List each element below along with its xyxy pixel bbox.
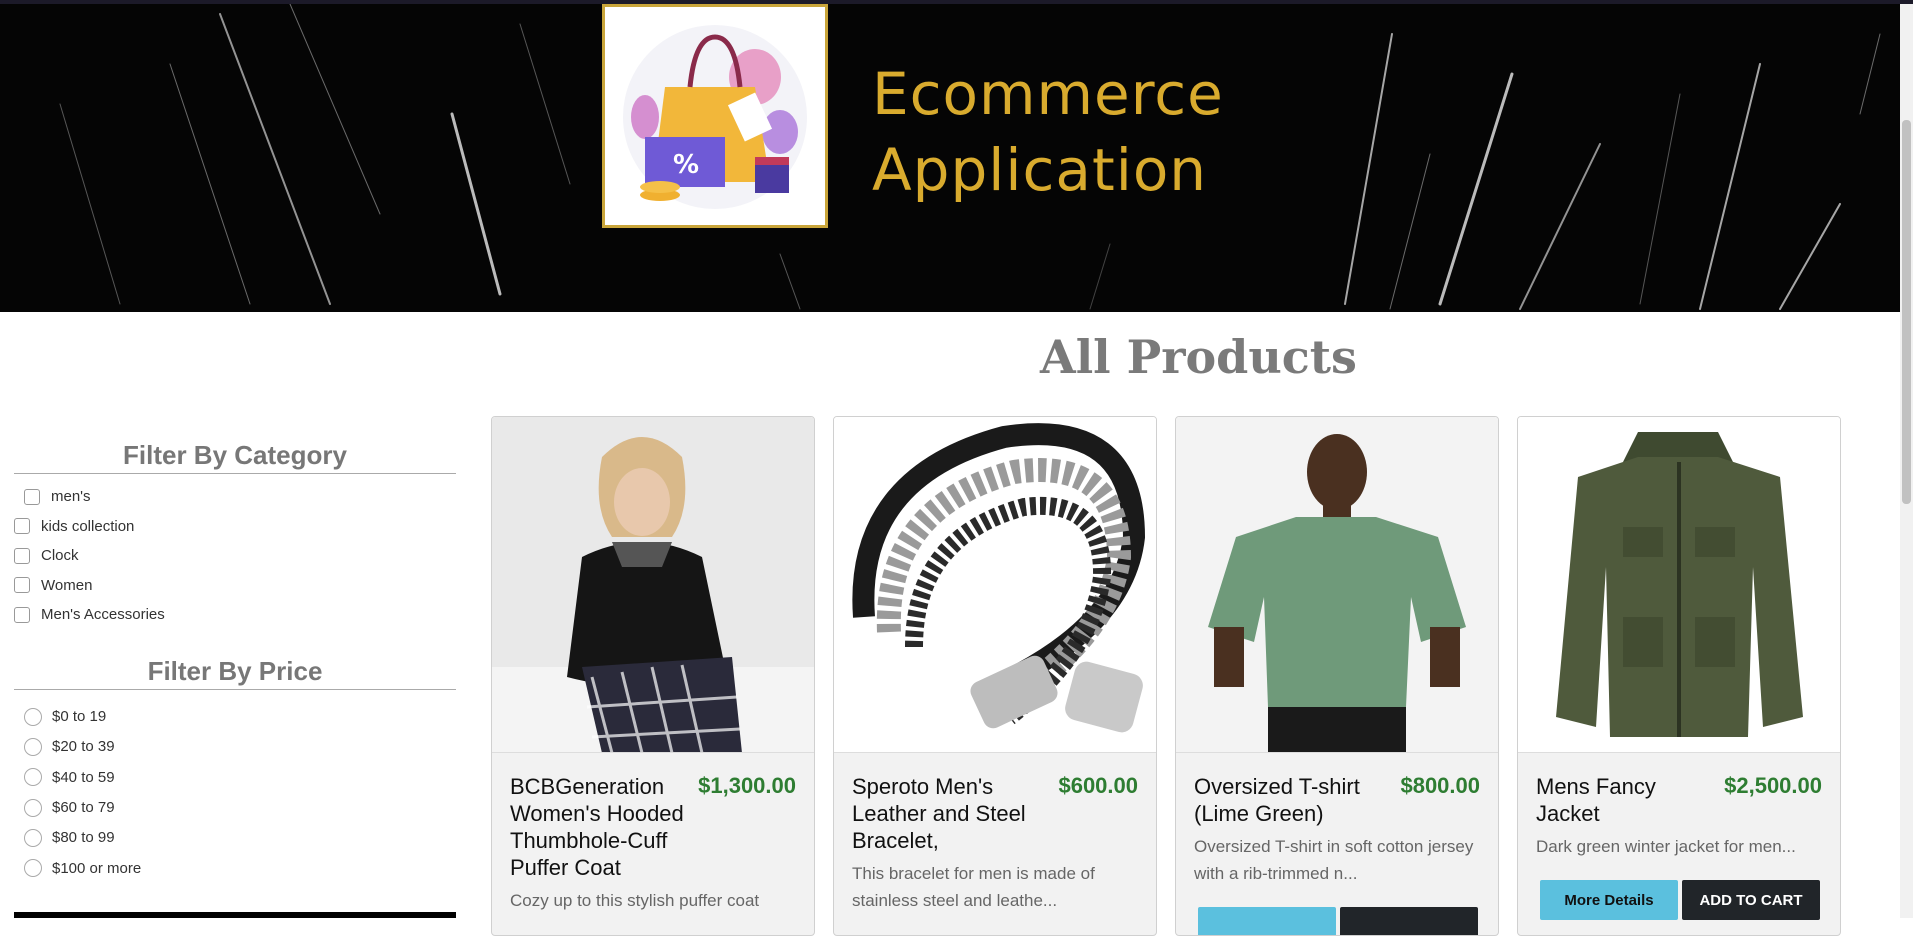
price-option-0-19[interactable]: $0 to 19 <box>24 702 456 732</box>
green-tshirt-photo <box>1176 417 1498 752</box>
price-label: $0 to 19 <box>52 708 107 726</box>
radio-button[interactable] <box>24 859 42 878</box>
price-option-80-99[interactable]: $80 to 99 <box>24 823 456 853</box>
category-filter-title: Filter By Category <box>14 440 456 474</box>
logo[interactable]: % <box>602 4 828 228</box>
woman-puffer-coat-photo <box>492 417 814 752</box>
product-title: Mens Fancy Jacket <box>1536 774 1656 826</box>
product-image[interactable] <box>834 417 1156 753</box>
product-title: Speroto Men's Leather and Steel Bracelet… <box>852 774 1026 853</box>
checkbox[interactable] <box>14 606 30 623</box>
checkbox[interactable] <box>14 518 30 535</box>
checkbox[interactable] <box>14 547 30 564</box>
radio-button[interactable] <box>24 828 42 847</box>
product-price: $2,500.00 <box>1724 773 1822 798</box>
radio-button[interactable] <box>24 737 42 756</box>
price-label: $20 to 39 <box>52 738 115 756</box>
price-option-20-39[interactable]: $20 to 39 <box>24 732 456 762</box>
add-to-cart-button[interactable] <box>1340 907 1478 935</box>
svg-text:%: % <box>673 150 699 180</box>
scrollbar-thumb[interactable] <box>1902 120 1911 504</box>
category-option-kids-collection[interactable]: kids collection <box>14 512 456 542</box>
product-price: $800.00 <box>1400 773 1480 798</box>
category-filter-list: men's kids collection Clock Women Men's … <box>14 482 456 630</box>
more-details-button[interactable]: More Details <box>1540 880 1678 920</box>
category-label: kids collection <box>41 517 135 535</box>
product-price: $600.00 <box>1058 773 1138 798</box>
brand-line-2: Application <box>872 136 1208 204</box>
product-card: Speroto Men's Leather and Steel Bracelet… <box>833 416 1157 936</box>
product-description: This bracelet for men is made of stainle… <box>852 864 1095 910</box>
price-filter-title: Filter By Price <box>14 656 456 690</box>
price-filter-list: $0 to 19 $20 to 39 $40 to 59 $60 to 79 $… <box>14 702 456 884</box>
leather-steel-bracelet-photo <box>834 417 1156 752</box>
product-title: Oversized T-shirt (Lime Green) <box>1194 774 1360 826</box>
checkbox[interactable] <box>14 577 30 594</box>
checkbox[interactable] <box>24 488 40 505</box>
product-card: Oversized T-shirt (Lime Green) $800.00 O… <box>1175 416 1499 936</box>
category-option-mens[interactable]: men's <box>14 482 456 512</box>
price-label: $80 to 99 <box>52 829 115 847</box>
page-scrollbar[interactable] <box>1900 4 1913 918</box>
category-option-clock[interactable]: Clock <box>14 541 456 571</box>
more-details-button[interactable] <box>1198 907 1336 935</box>
brand-line-1: Ecommerce <box>872 60 1224 128</box>
category-label: men's <box>51 488 91 506</box>
product-description: Cozy up to this stylish puffer coat <box>510 891 760 910</box>
category-option-women[interactable]: Women <box>14 571 456 601</box>
page-title: All Products <box>1040 330 1357 384</box>
product-image[interactable] <box>1176 417 1498 753</box>
price-option-40-59[interactable]: $40 to 59 <box>24 762 456 792</box>
radio-button[interactable] <box>24 768 42 787</box>
category-label: Clock <box>41 547 79 565</box>
hero-banner: % Ecommerce Application <box>0 4 1900 312</box>
product-image[interactable] <box>1518 417 1840 753</box>
brand-name: Ecommerce Application <box>872 56 1224 208</box>
category-option-mens-accessories[interactable]: Men's Accessories <box>14 600 456 630</box>
price-option-60-79[interactable]: $60 to 79 <box>24 792 456 822</box>
shopping-bag-icon: % <box>623 25 807 209</box>
product-card: BCBGeneration Women's Hooded Thumbhole-C… <box>491 416 815 936</box>
price-label: $100 or more <box>52 859 142 877</box>
radio-button[interactable] <box>24 798 42 817</box>
category-label: Men's Accessories <box>41 606 165 624</box>
product-description: Oversized T-shirt in soft cotton jersey … <box>1194 837 1474 883</box>
add-to-cart-button[interactable]: ADD TO CART <box>1682 880 1820 920</box>
product-image[interactable] <box>492 417 814 753</box>
product-price: $1,300.00 <box>698 773 796 798</box>
price-label: $60 to 79 <box>52 799 115 817</box>
product-card: Mens Fancy Jacket $2,500.00 Dark green w… <box>1517 416 1841 936</box>
product-description: Dark green winter jacket for men... <box>1536 837 1796 856</box>
product-title: BCBGeneration Women's Hooded Thumbhole-C… <box>510 774 684 880</box>
reset-filters-button[interactable] <box>14 912 456 918</box>
filter-sidebar: Filter By Category men's kids collection… <box>14 440 456 883</box>
price-option-100-plus[interactable]: $100 or more <box>24 853 456 883</box>
category-label: Women <box>41 576 93 594</box>
radio-button[interactable] <box>24 707 42 726</box>
green-jacket-photo <box>1518 417 1840 752</box>
price-label: $40 to 59 <box>52 768 115 786</box>
